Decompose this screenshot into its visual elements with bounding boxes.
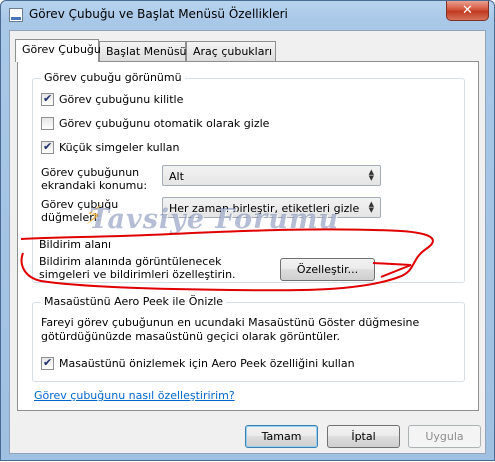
location-label: Görev çubuğunun ekrandaki konumu: <box>41 166 148 192</box>
autohide-checkbox[interactable] <box>41 117 54 130</box>
buttons-select[interactable]: Her zaman birleştir, etiketleri gizle ▲ ▼ <box>162 197 381 218</box>
appearance-group: Görev çubuğu görünümü Görev çubuğunu kil… <box>32 71 465 283</box>
aero-peek-option[interactable]: Masaüstünü önizlemek için Aero Peek özel… <box>41 356 355 370</box>
notification-legend: Bildirim alanı <box>39 238 112 251</box>
tab-gorev-cubugu[interactable]: Görev Çubuğu <box>15 39 101 62</box>
aero-peek-description: Fareyi görev çubuğunun en ucundaki Masaü… <box>41 316 420 343</box>
autohide-label: Görev çubuğunu otomatik olarak gizle <box>59 117 270 130</box>
spinner-arrows-icon: ▲ ▼ <box>368 168 374 182</box>
buttons-select-value: Her zaman birleştir, etiketleri gizle <box>169 202 360 215</box>
location-select[interactable]: Alt ▲ ▼ <box>162 165 381 186</box>
window-title: Görev Çubuğu ve Başlat Menüsü Özellikler… <box>29 7 288 21</box>
appearance-legend: Görev çubuğu görünümü <box>41 71 185 84</box>
aero-peek-label: Masaüstünü önizlemek için Aero Peek özel… <box>59 357 355 370</box>
spinner-arrows-icon: ▲ ▼ <box>368 200 374 214</box>
lock-taskbar-label: Görev çubuğunu kilitle <box>59 93 184 106</box>
lock-taskbar-option[interactable]: Görev çubuğunu kilitle <box>41 92 184 106</box>
aero-peek-group: Masaüstünü Aero Peek ile Önizle Fareyi g… <box>32 295 465 382</box>
title-bar[interactable]: Görev Çubuğu ve Başlat Menüsü Özellikler… <box>1 1 494 29</box>
properties-window: Görev Çubuğu ve Başlat Menüsü Özellikler… <box>0 0 495 461</box>
small-icons-checkbox[interactable] <box>41 140 54 154</box>
lock-taskbar-checkbox[interactable] <box>41 92 54 106</box>
notification-description: Bildirim alanında görüntülenecek simgele… <box>39 255 236 281</box>
tab-panel: Görev çubuğu görünümü Görev çubuğunu kil… <box>17 61 479 411</box>
lightning-bolt-icon: ⚡ <box>85 201 104 231</box>
close-button[interactable]: ✕ <box>446 1 489 21</box>
autohide-option[interactable]: Görev çubuğunu otomatik olarak gizle <box>41 117 269 130</box>
apply-button: Uygula <box>408 425 481 448</box>
customize-button[interactable]: Özelleştir... <box>280 258 375 281</box>
location-select-value: Alt <box>169 170 184 183</box>
help-link[interactable]: Görev çubuğunu nasıl özelleştiririm? <box>34 389 235 402</box>
taskbar-properties-icon <box>9 8 23 22</box>
dialog-body: Görev Çubuğu Başlat Menüsü Araç çubuklar… <box>9 30 486 454</box>
cancel-button[interactable]: İptal <box>327 425 400 448</box>
aero-peek-legend: Masaüstünü Aero Peek ile Önizle <box>41 295 227 308</box>
tab-baslat-menusu[interactable]: Başlat Menüsü <box>99 41 187 61</box>
ok-button[interactable]: Tamam <box>245 425 318 448</box>
tab-arac-cubuklari[interactable]: Araç çubukları <box>186 41 276 61</box>
aero-peek-checkbox[interactable] <box>41 356 54 370</box>
small-icons-label: Küçük simgeler kullan <box>59 141 180 154</box>
small-icons-option[interactable]: Küçük simgeler kullan <box>41 140 180 154</box>
